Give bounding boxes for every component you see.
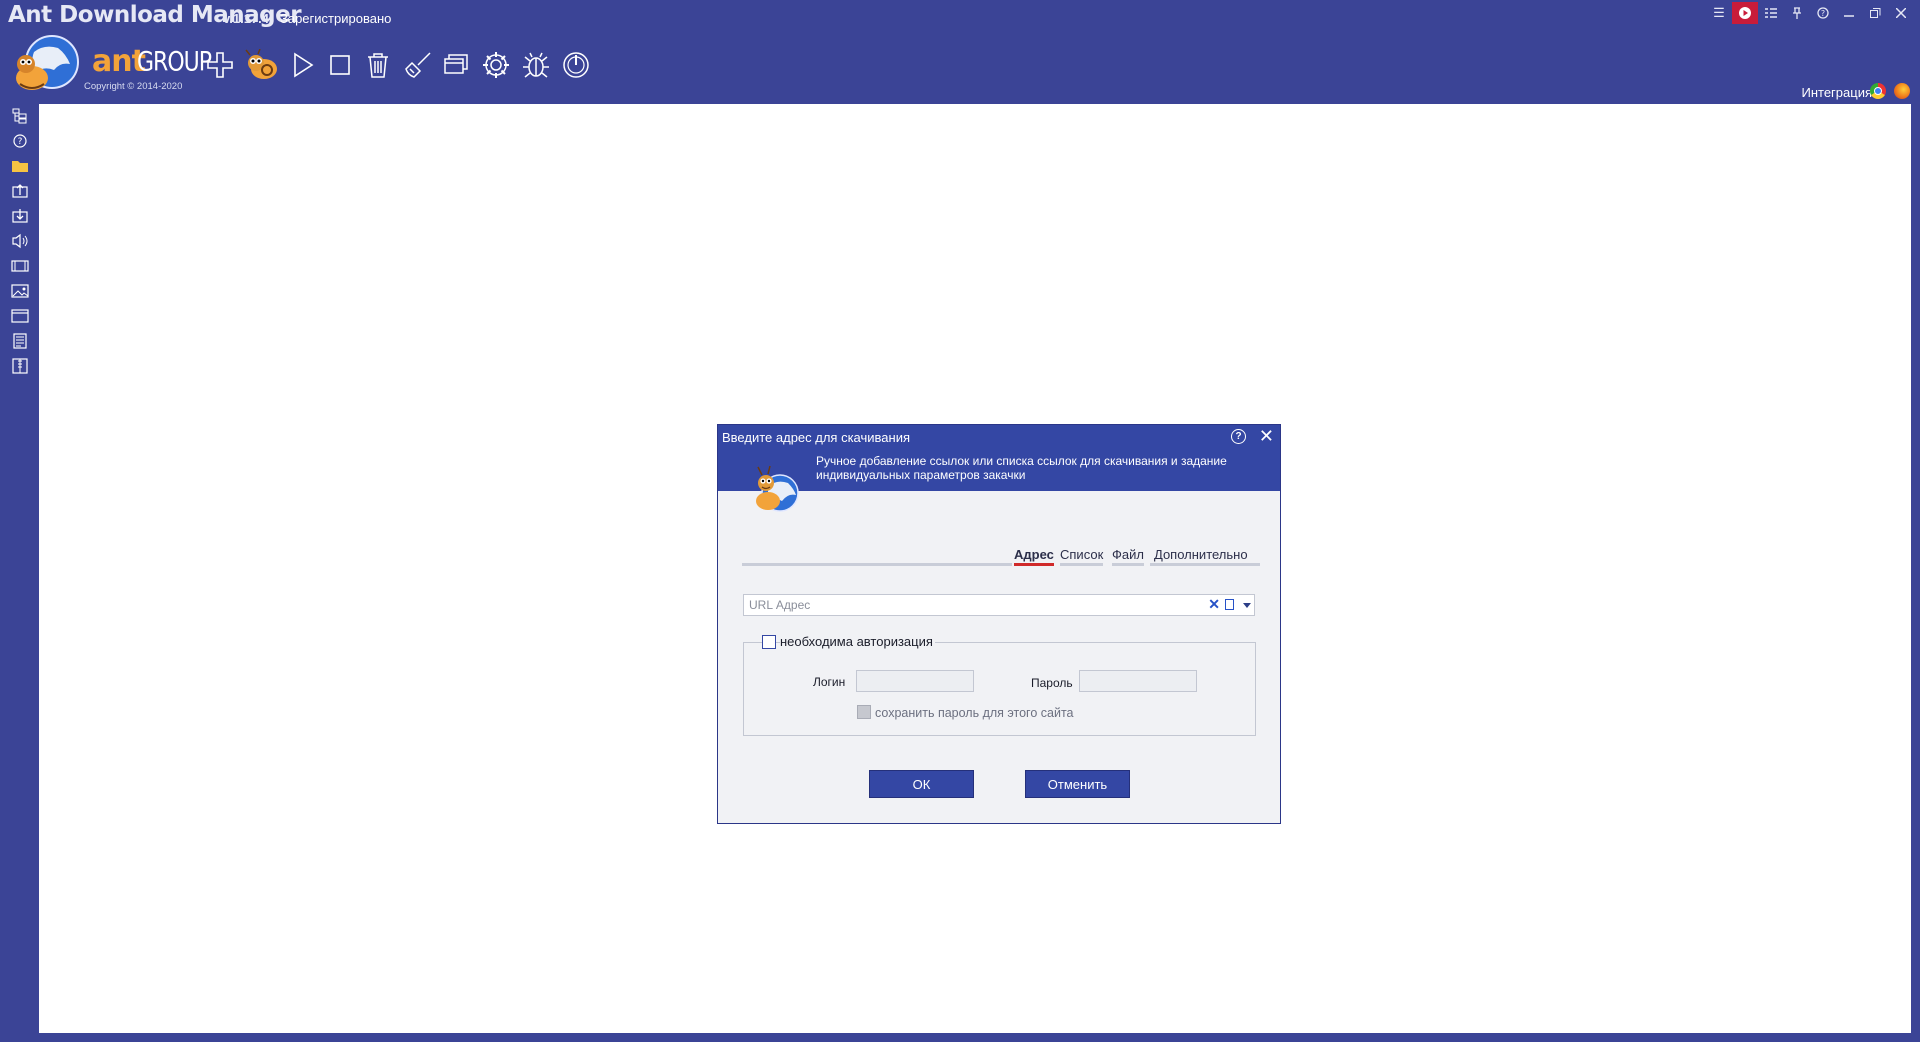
svg-text:?: ?: [1821, 9, 1825, 18]
list-icon[interactable]: [1758, 2, 1784, 24]
windows-icon[interactable]: [441, 49, 473, 81]
url-input[interactable]: URL Адрес ✕: [743, 594, 1255, 616]
folder-icon[interactable]: [11, 158, 29, 174]
power-icon[interactable]: [560, 49, 592, 81]
tab-address-underline: [1014, 563, 1054, 566]
tab-list-label: Список: [1060, 547, 1104, 562]
download-icon[interactable]: [11, 208, 29, 224]
dialog-header: Введите адрес для скачивания ? ✕ Ручное …: [718, 425, 1280, 491]
tree-icon[interactable]: [11, 108, 29, 124]
tab-file-underline: [1112, 563, 1144, 566]
archive-icon[interactable]: [11, 358, 29, 374]
tab-list[interactable]: Список: [1060, 547, 1104, 566]
window-icon[interactable]: [11, 308, 29, 324]
copyright: Copyright © 2014-2020: [84, 81, 183, 92]
download-list-area[interactable]: Введите адрес для скачивания ? ✕ Ручное …: [39, 104, 1911, 1033]
menu-icon[interactable]: ☰: [1706, 2, 1732, 24]
tab-advanced-label: Дополнительно: [1154, 547, 1248, 562]
tab-advanced-underline: [1150, 563, 1260, 566]
pin-icon[interactable]: [1784, 2, 1810, 24]
tab-address-label: Адрес: [1014, 547, 1054, 562]
add-url-dialog: Введите адрес для скачивания ? ✕ Ручное …: [717, 424, 1281, 824]
auth-required-checkbox[interactable]: [762, 635, 776, 649]
tab-advanced[interactable]: Дополнительно: [1150, 547, 1260, 566]
chevron-down-icon[interactable]: [1243, 603, 1251, 608]
close-icon[interactable]: [1888, 2, 1914, 24]
bug-icon[interactable]: [520, 49, 552, 81]
dialog-close-icon[interactable]: ✕: [1259, 426, 1274, 447]
help-icon[interactable]: ?: [1810, 2, 1836, 24]
cancel-button[interactable]: Отменить: [1025, 770, 1130, 798]
app-version: v.1.17.4: [223, 11, 270, 26]
tab-list-underline: [1060, 563, 1104, 566]
document-icon[interactable]: [11, 333, 29, 349]
chrome-icon[interactable]: [1870, 83, 1886, 99]
trash-icon[interactable]: [362, 49, 394, 81]
record-icon[interactable]: [1732, 2, 1758, 24]
video-icon[interactable]: [11, 258, 29, 274]
upload-icon[interactable]: [11, 183, 29, 199]
ant-mascot-icon: [748, 461, 800, 515]
dialog-help-icon[interactable]: ?: [1231, 429, 1246, 444]
registration-status: Зарегистрировано: [280, 11, 392, 26]
help-icon[interactable]: ?: [11, 133, 29, 149]
dialog-title: Введите адрес для скачивания: [722, 430, 911, 445]
restore-icon[interactable]: [1862, 2, 1888, 24]
ant-globe-logo: [10, 34, 82, 94]
tab-address[interactable]: Адрес: [1014, 547, 1054, 566]
audio-icon[interactable]: [11, 233, 29, 249]
app-window: Ant Download Manager v.1.17.4 Зарегистри…: [0, 0, 1920, 1042]
dialog-tabs: Адрес Список Файл Дополнительно: [742, 547, 1260, 569]
clear-icon[interactable]: ✕: [1208, 596, 1220, 613]
ant-icon[interactable]: [242, 49, 280, 81]
title-bar: Ant Download Manager v.1.17.4 Зарегистри…: [0, 0, 1920, 36]
firefox-icon[interactable]: [1894, 83, 1910, 99]
svg-text:?: ?: [18, 137, 23, 147]
settings-icon[interactable]: [480, 49, 512, 81]
tab-file-label: Файл: [1112, 547, 1144, 562]
url-placeholder: URL Адрес: [749, 598, 811, 612]
window-controls: ☰ ?: [1706, 2, 1914, 24]
auth-required-label[interactable]: необходима авторизация: [780, 634, 935, 649]
password-label: Пароль: [1031, 676, 1073, 690]
integration-label[interactable]: Интеграция: [1801, 85, 1872, 100]
minimize-icon[interactable]: [1836, 2, 1862, 24]
password-field[interactable]: [1079, 670, 1197, 692]
image-icon[interactable]: [11, 283, 29, 299]
brand-group: GROUP: [137, 47, 212, 78]
stop-icon[interactable]: [324, 49, 356, 81]
save-password-label[interactable]: сохранить пароль для этого сайта: [875, 706, 1073, 720]
play-icon[interactable]: [286, 49, 318, 81]
login-field[interactable]: [856, 670, 974, 692]
clipboard-icon[interactable]: [1225, 599, 1234, 610]
tab-divider: [742, 563, 1012, 566]
ok-button[interactable]: ОК: [869, 770, 974, 798]
save-password-checkbox[interactable]: [857, 705, 871, 719]
add-icon[interactable]: [204, 49, 236, 81]
tab-file[interactable]: Файл: [1112, 547, 1144, 566]
broom-icon[interactable]: [402, 49, 434, 81]
dialog-description: Ручное добавление ссылок или списка ссыл…: [816, 454, 1227, 482]
login-label: Логин: [813, 675, 846, 689]
